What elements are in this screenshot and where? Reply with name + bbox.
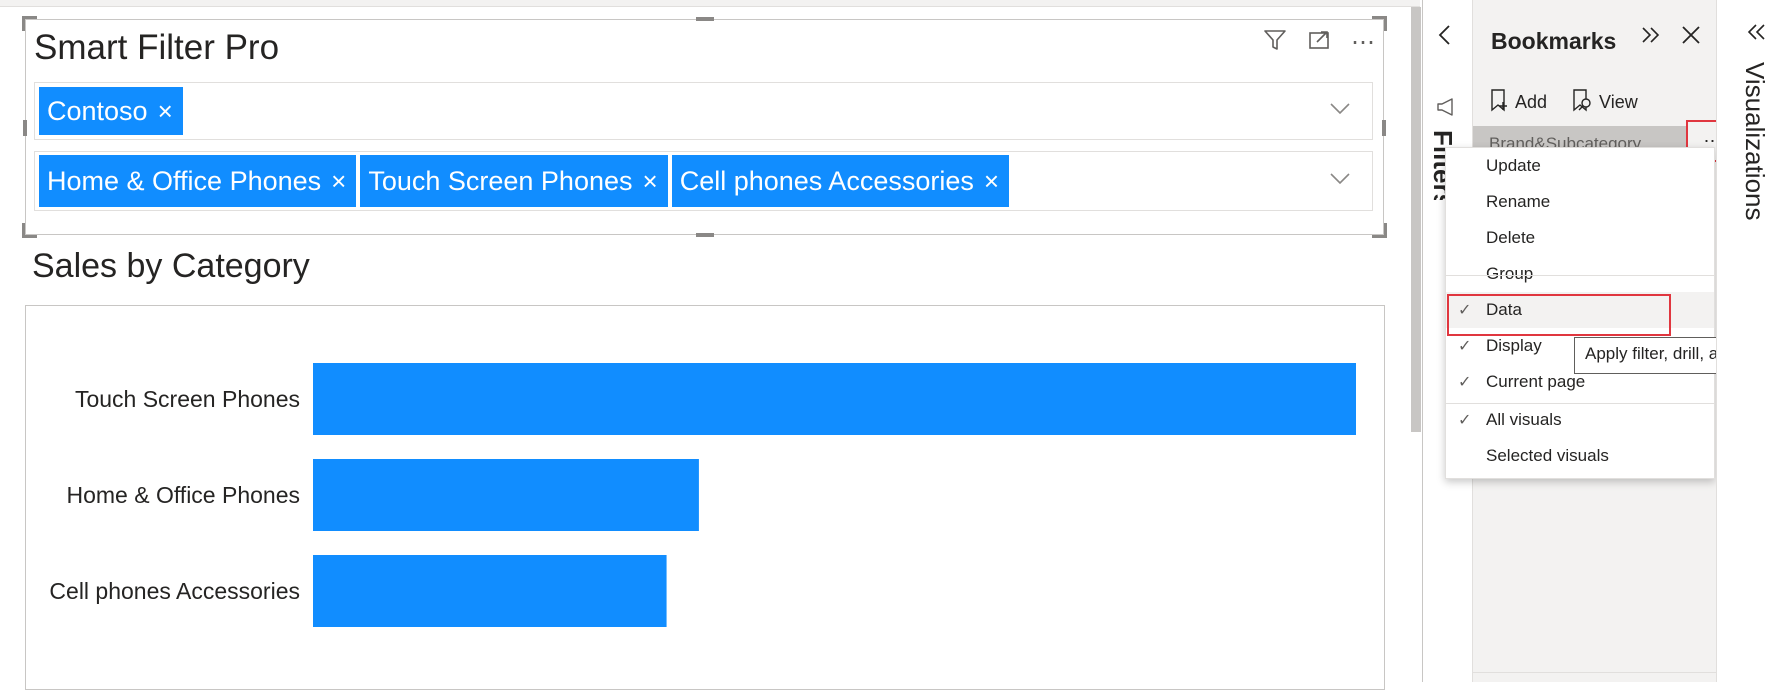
chip-label: Home & Office Phones: [47, 165, 322, 196]
chip-label: Contoso: [47, 95, 148, 126]
view-bookmark-button[interactable]: View: [1571, 88, 1638, 117]
remove-chip-icon[interactable]: ×: [984, 166, 999, 197]
chart-title: Sales by Category: [32, 247, 310, 285]
menu-item-group[interactable]: Group: [1446, 256, 1714, 292]
menu-item-label: Group: [1486, 264, 1534, 283]
menu-item-delete[interactable]: Delete: [1446, 220, 1714, 256]
menu-item-label: Delete: [1486, 228, 1536, 247]
menu-item-rename[interactable]: Rename: [1446, 184, 1714, 220]
bar-cell-phones-accessories[interactable]: [313, 555, 667, 627]
checkmark-icon: ✓: [1458, 338, 1472, 355]
remove-chip-icon[interactable]: ×: [158, 96, 173, 127]
menu-item-all-visuals[interactable]: ✓ All visuals: [1446, 402, 1714, 438]
category-axis-label: Cell phones Accessories: [49, 578, 300, 604]
remove-chip-icon[interactable]: ×: [643, 166, 658, 197]
add-bookmark-button[interactable]: Add: [1489, 88, 1547, 117]
bar-touch-screen-phones[interactable]: [313, 363, 1356, 435]
chevron-down-icon[interactable]: [1330, 172, 1350, 190]
category-axis-label: Touch Screen Phones: [75, 386, 300, 412]
visualizations-label-text: Visualizations: [1740, 62, 1770, 221]
filter-row-brand[interactable]: Contoso ×: [34, 82, 1373, 140]
menu-item-label: Update: [1486, 156, 1541, 175]
menu-item-update[interactable]: Update: [1446, 148, 1714, 184]
menu-item-selected-visuals[interactable]: Selected visuals: [1446, 438, 1714, 474]
pane-footer-divider: [1473, 672, 1717, 673]
add-label: Add: [1515, 92, 1548, 112]
canvas-scrollbar[interactable]: [1410, 7, 1422, 682]
menu-separator: [1446, 403, 1714, 404]
data-option-highlight: [1447, 294, 1671, 336]
report-canvas: Smart Filter Pro ⋯ Contoso × Home & Offi…: [0, 7, 1410, 690]
resize-handle-left[interactable]: [23, 120, 27, 136]
menu-item-label: Current page: [1486, 372, 1586, 391]
expand-chevron-icon[interactable]: [1745, 22, 1767, 49]
resize-handle-bottom[interactable]: [696, 233, 714, 237]
chevron-down-icon[interactable]: [1330, 102, 1350, 120]
chip-label: Cell phones Accessories: [679, 165, 974, 196]
view-label: View: [1599, 92, 1638, 112]
focus-mode-icon[interactable]: [1307, 28, 1331, 57]
bar-home-office-phones[interactable]: [313, 459, 699, 531]
scrollbar-thumb[interactable]: [1411, 7, 1421, 432]
menu-separator: [1446, 275, 1714, 276]
visual-header-icons: ⋯: [1263, 28, 1375, 57]
collapse-pane-icon[interactable]: [1640, 24, 1662, 51]
visual-title: Smart Filter Pro: [34, 28, 280, 67]
category-axis-label: Home & Office Phones: [66, 482, 300, 508]
menu-item-label: Display: [1486, 336, 1542, 355]
bookmarks-toolbar: Add View: [1489, 88, 1638, 117]
bookmark-view-icon: [1571, 88, 1593, 117]
bar-chart-visual[interactable]: Touch Screen Phones Home & Office Phones C…: [25, 305, 1385, 690]
resize-handle-top[interactable]: [696, 17, 714, 21]
resize-handle-right[interactable]: [1382, 120, 1386, 136]
top-bar-edge: [0, 0, 1420, 7]
resize-handle-bottom-right[interactable]: [1372, 223, 1387, 238]
chip-touch-screen-phones[interactable]: Touch Screen Phones ×: [360, 155, 668, 207]
smart-filter-visual[interactable]: Smart Filter Pro ⋯ Contoso × Home & Offi…: [22, 16, 1387, 238]
bookmark-add-icon: [1489, 88, 1509, 117]
chip-label: Touch Screen Phones: [368, 165, 633, 196]
megaphone-icon: [1435, 96, 1457, 123]
checkmark-icon: ✓: [1458, 374, 1472, 391]
resize-handle-bottom-left[interactable]: [22, 223, 37, 238]
filter-row-subcategory[interactable]: Home & Office Phones × Touch Screen Phon…: [34, 151, 1373, 211]
more-options-icon[interactable]: ⋯: [1351, 30, 1375, 54]
chip-home-office-phones[interactable]: Home & Office Phones ×: [39, 155, 357, 207]
menu-item-label: Selected visuals: [1486, 446, 1609, 465]
filter-icon[interactable]: [1263, 28, 1287, 57]
menu-item-label: Rename: [1486, 192, 1551, 211]
bar-chart-svg: Touch Screen Phones Home & Office Phones C…: [49, 363, 1356, 627]
chip-cell-phones-accessories[interactable]: Cell phones Accessories ×: [671, 155, 1010, 207]
close-icon[interactable]: [1680, 24, 1702, 51]
checkmark-icon: ✓: [1458, 412, 1472, 429]
visualizations-pane-label[interactable]: Visualizations: [1730, 62, 1786, 262]
chip-contoso[interactable]: Contoso ×: [39, 87, 183, 135]
collapse-chevron-icon[interactable]: [1437, 24, 1453, 51]
bookmarks-title: Bookmarks: [1491, 28, 1617, 54]
menu-item-label: All visuals: [1486, 410, 1562, 429]
bookmarks-header-icons: [1640, 24, 1702, 51]
remove-chip-icon[interactable]: ×: [331, 166, 346, 197]
